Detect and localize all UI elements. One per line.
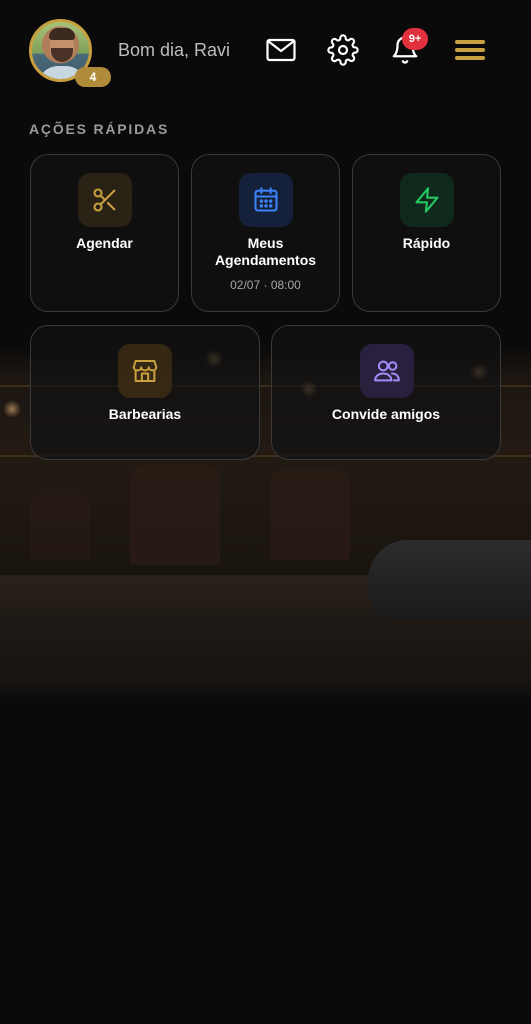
action-label: Convide amigos: [331, 406, 441, 422]
action-card-meus-agendamentos[interactable]: Meus Agendamentos 02/07 · 08:00: [191, 154, 340, 312]
profile-avatar[interactable]: 4: [29, 19, 111, 87]
calendar-icon: [239, 173, 293, 227]
action-card-rapido[interactable]: Rápido: [352, 154, 501, 312]
action-card-barbearias[interactable]: Barbearias: [30, 325, 260, 460]
users-icon: [360, 344, 414, 398]
lightning-icon: [400, 173, 454, 227]
next-appointment-time: 02/07 · 08:00: [230, 278, 301, 292]
action-label: Agendar: [76, 235, 133, 251]
mail-icon[interactable]: [264, 33, 298, 67]
greeting-text: Bom dia, Ravi: [118, 40, 231, 60]
store-icon: [118, 344, 172, 398]
action-label: Barbearias: [108, 406, 182, 422]
top-bar: 4 Bom dia, Ravi 9+: [0, 0, 531, 100]
action-card-convide-amigos[interactable]: Convide amigos: [271, 325, 501, 460]
section-title-quick-actions: AÇÕES RÁPIDAS: [29, 121, 170, 137]
menu-icon[interactable]: [453, 33, 487, 67]
scissors-icon: [78, 173, 132, 227]
gear-icon[interactable]: [326, 33, 360, 67]
notification-badge: 9+: [402, 28, 428, 50]
action-label: Meus Agendamentos: [214, 235, 317, 268]
level-badge: 4: [75, 67, 111, 87]
action-card-agendar[interactable]: Agendar: [30, 154, 179, 312]
action-label: Rápido: [402, 235, 451, 251]
